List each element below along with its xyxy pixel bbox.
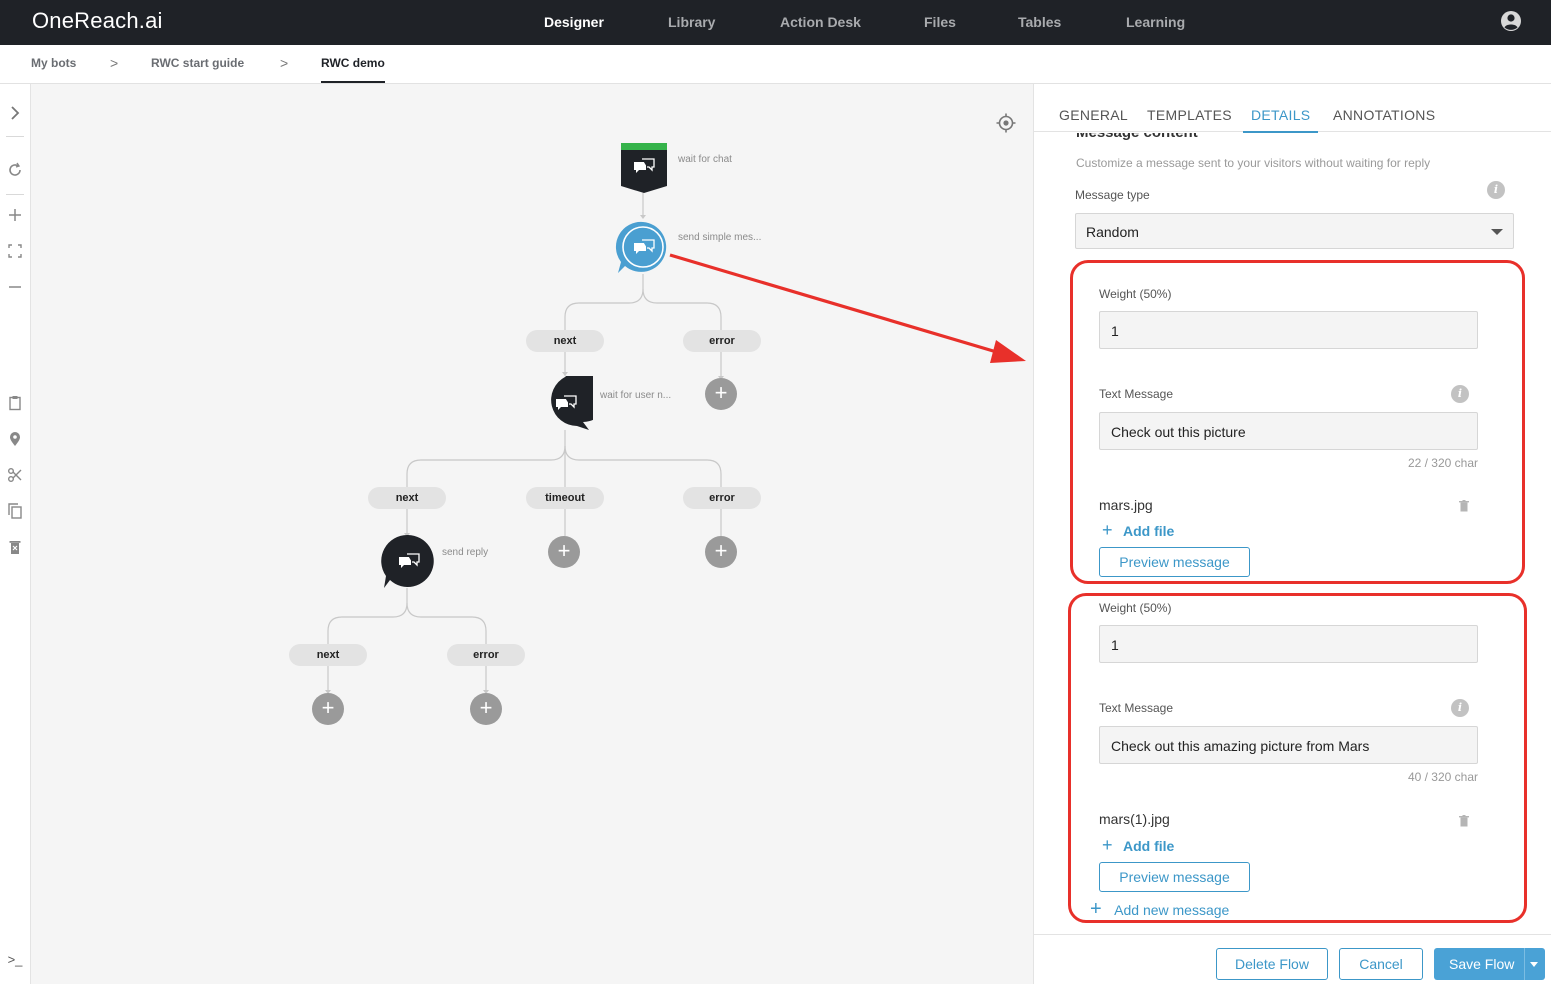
refresh-icon[interactable] (6, 161, 24, 179)
add-new-message-link[interactable]: + Add new message (1090, 898, 1229, 921)
chevron-down-icon (1491, 229, 1503, 235)
breadcrumb-my-bots[interactable]: My bots (31, 56, 76, 70)
copy-icon[interactable] (6, 502, 24, 520)
add-file-link[interactable]: + Add file (1102, 520, 1174, 541)
attached-file-name: mars(1).jpg (1099, 811, 1170, 827)
plus-icon: + (1102, 520, 1113, 540)
plus-icon: + (1102, 835, 1113, 855)
chevron-right-icon[interactable] (6, 104, 24, 122)
branch-next[interactable]: next (289, 644, 367, 666)
weight-label: Weight (50%) (1099, 287, 1172, 301)
node-label-wait-for-user: wait for user n... (600, 390, 672, 401)
toolbar-divider (6, 194, 24, 195)
save-options-caret-icon[interactable] (1530, 962, 1538, 967)
branch-next[interactable]: next (526, 330, 604, 352)
weight-input[interactable]: 1 (1099, 311, 1478, 349)
save-flow-button[interactable]: Save Flow (1434, 948, 1545, 980)
add-step-button[interactable]: + (705, 536, 737, 568)
delete-file-icon[interactable] (1459, 815, 1469, 827)
info-icon[interactable]: i (1451, 385, 1469, 403)
delete-flow-button[interactable]: Delete Flow (1216, 948, 1328, 980)
add-step-button[interactable]: + (705, 378, 737, 410)
preview-message-button[interactable]: Preview message (1099, 862, 1250, 892)
scissors-icon[interactable] (6, 466, 24, 484)
panel-tabs: GENERAL TEMPLATES DETAILS ANNOTATIONS (1034, 84, 1551, 133)
text-message-label: Text Message (1099, 701, 1174, 715)
branch-timeout[interactable]: timeout (526, 487, 604, 509)
annotation-arrow (669, 253, 1026, 363)
nav-learning[interactable]: Learning (1126, 14, 1185, 30)
cancel-button[interactable]: Cancel (1339, 948, 1423, 980)
text-message-input[interactable]: Check out this amazing picture from Mars (1099, 726, 1478, 764)
locate-center-icon[interactable] (996, 113, 1016, 133)
add-step-button[interactable]: + (312, 693, 344, 725)
onereach-logo[interactable]: OneReach.ai (32, 8, 163, 34)
message-type-select[interactable]: Random (1075, 213, 1514, 249)
message-type-label: Message type (1075, 188, 1150, 202)
clipboard-icon[interactable] (6, 394, 24, 412)
top-navigation-bar: OneReach.ai Designer Library Action Desk… (0, 0, 1551, 45)
zoom-out-icon[interactable] (6, 278, 24, 296)
section-title: Message content (1076, 133, 1198, 141)
fit-screen-icon[interactable] (6, 242, 24, 260)
branch-error[interactable]: error (447, 644, 525, 666)
left-toolbar: >_ (0, 84, 31, 984)
details-panel: GENERAL TEMPLATES DETAILS ANNOTATIONS Me… (1033, 84, 1551, 984)
branch-next[interactable]: next (368, 487, 446, 509)
flow-canvas[interactable]: wait for chat send simple mes... wait fo… (31, 84, 1033, 984)
breadcrumb: My bots > RWC start guide > RWC demo (0, 45, 1551, 84)
panel-footer: Delete Flow Cancel Save Flow (1034, 934, 1551, 984)
node-label-wait-for-chat: wait for chat (678, 154, 732, 165)
tab-templates[interactable]: TEMPLATES (1147, 107, 1232, 123)
add-file-label: Add file (1122, 838, 1175, 854)
flow-connectors (325, 193, 724, 694)
breadcrumb-rwc-start-guide[interactable]: RWC start guide (151, 56, 244, 70)
wait-for-user-node[interactable] (537, 376, 593, 432)
add-step-button[interactable]: + (470, 693, 502, 725)
weight-input[interactable]: 1 (1099, 625, 1478, 663)
user-account-icon[interactable] (1500, 10, 1522, 32)
char-count: 40 / 320 char (1407, 770, 1478, 784)
nav-designer[interactable]: Designer (544, 14, 604, 30)
text-message-input[interactable]: Check out this picture (1099, 412, 1478, 450)
split-divider (1524, 948, 1525, 980)
send-reply-node[interactable] (380, 534, 436, 590)
delete-file-icon[interactable] (1459, 500, 1469, 512)
branch-error[interactable]: error (683, 487, 761, 509)
terminal-icon[interactable]: >_ (6, 950, 24, 968)
info-icon[interactable]: i (1451, 699, 1469, 717)
info-icon[interactable]: i (1487, 181, 1505, 199)
tab-annotations[interactable]: ANNOTATIONS (1333, 107, 1435, 123)
section-title-clip: Message content (1034, 133, 1551, 153)
tab-details[interactable]: DETAILS (1243, 107, 1319, 133)
preview-message-button[interactable]: Preview message (1099, 547, 1250, 577)
zoom-in-icon[interactable] (6, 206, 24, 224)
node-label-send-simple-message: send simple mes... (678, 232, 762, 243)
toolbar-divider (6, 136, 24, 137)
wait-for-chat-node[interactable] (620, 142, 668, 194)
add-step-button[interactable]: + (548, 536, 580, 568)
section-help-text: Customize a message sent to your visitor… (1076, 156, 1431, 170)
plus-icon: + (1090, 898, 1102, 920)
location-pin-icon[interactable] (6, 430, 24, 448)
add-new-message-label: Add new message (1114, 902, 1230, 918)
char-count: 22 / 320 char (1407, 456, 1478, 470)
nav-files[interactable]: Files (924, 14, 956, 30)
weight-label: Weight (50%) (1099, 601, 1172, 615)
save-flow-label: Save Flow (1449, 956, 1515, 972)
breadcrumb-separator: > (280, 55, 289, 71)
add-file-label: Add file (1122, 523, 1175, 539)
message-type-value: Random (1086, 224, 1139, 240)
attached-file-name: mars.jpg (1099, 497, 1153, 513)
text-message-label: Text Message (1099, 387, 1174, 401)
nav-tables[interactable]: Tables (1018, 14, 1061, 30)
nav-library[interactable]: Library (668, 14, 715, 30)
nav-action-desk[interactable]: Action Desk (780, 14, 861, 30)
trash-icon[interactable] (6, 538, 24, 556)
tab-general[interactable]: GENERAL (1059, 107, 1128, 123)
breadcrumb-separator: > (110, 55, 119, 71)
add-file-link[interactable]: + Add file (1102, 835, 1174, 856)
node-label-send-reply: send reply (442, 547, 489, 558)
breadcrumb-rwc-demo[interactable]: RWC demo (321, 56, 385, 83)
